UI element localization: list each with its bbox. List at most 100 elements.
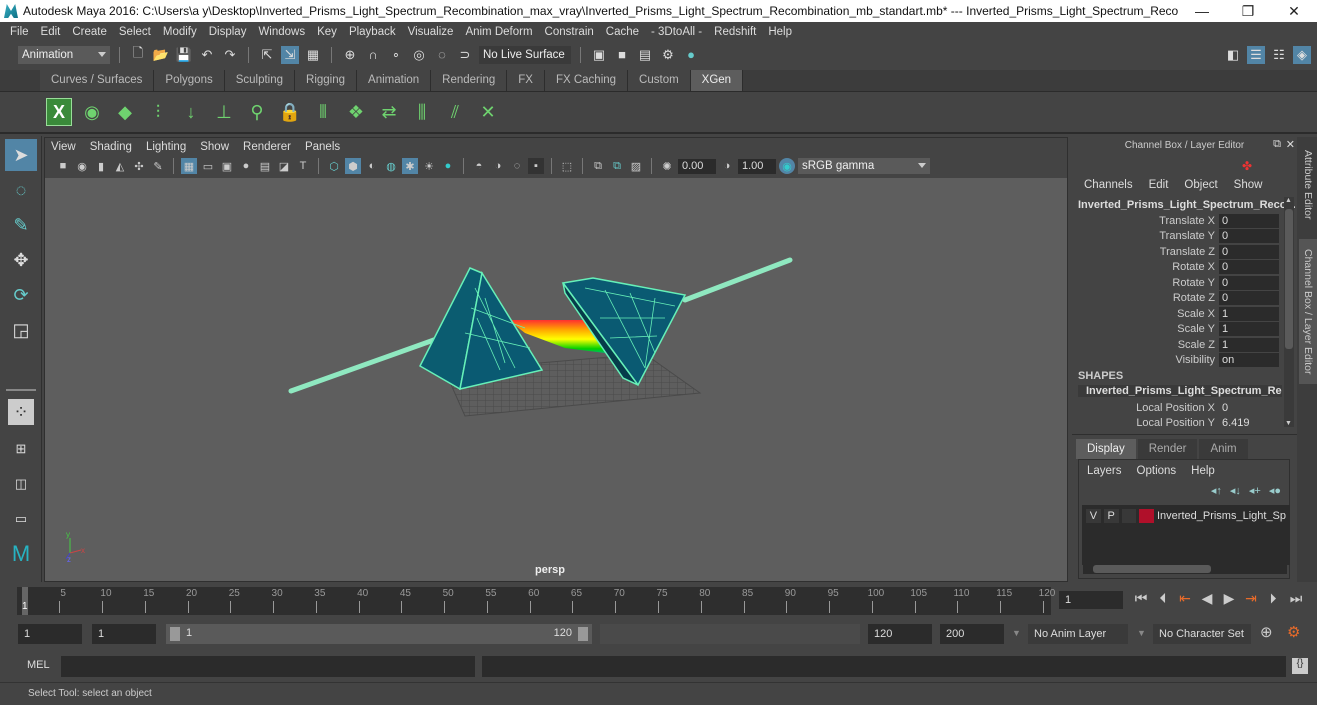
- viewport-menu-shading[interactable]: Shading: [90, 141, 132, 153]
- channel-menu-show[interactable]: Show: [1234, 179, 1263, 191]
- layer-row[interactable]: V P Inverted_Prisms_Light_Sp: [1082, 505, 1290, 527]
- layer-tab-render[interactable]: Render: [1137, 439, 1198, 459]
- scrollbar-thumb[interactable]: [1285, 209, 1293, 349]
- play-forwards-icon[interactable]: ▶: [1218, 590, 1240, 607]
- new-layer-selected-icon[interactable]: ◂●: [1269, 484, 1281, 497]
- channel-menu-object[interactable]: Object: [1184, 179, 1217, 191]
- animation-start-field[interactable]: 1: [18, 624, 82, 644]
- live-surface-field[interactable]: No Live Surface: [479, 45, 571, 64]
- playback-start-field[interactable]: 1: [92, 624, 156, 644]
- delete-guides-icon[interactable]: ✕: [475, 98, 501, 126]
- field-chart-icon[interactable]: ▤: [257, 158, 273, 174]
- channel-box-toggle-icon[interactable]: ◈: [1293, 45, 1311, 64]
- time-slider-track[interactable]: 5 10 15 20 25 30 35 40 45 50 55 60 65 70 75 80 85 90 95 100…: [17, 587, 1055, 615]
- channel-label[interactable]: Visibility: [1072, 354, 1219, 366]
- channel-menu-edit[interactable]: Edit: [1149, 179, 1169, 191]
- textured-icon[interactable]: ◍: [383, 158, 399, 174]
- selected-object-name[interactable]: Inverted_Prisms_Light_Spectrum_Reco...: [1078, 199, 1296, 211]
- xgen-preview-icon[interactable]: ◉: [79, 98, 105, 126]
- menu-redshift[interactable]: Redshift: [708, 26, 762, 38]
- select-hierarchy-icon[interactable]: ⇱: [258, 46, 276, 64]
- channel-value[interactable]: 1: [1219, 337, 1279, 352]
- menuset-dropdown[interactable]: Animation: [18, 45, 110, 64]
- layer-menu-layers[interactable]: Layers: [1087, 465, 1122, 477]
- undo-icon[interactable]: ↶: [198, 46, 216, 64]
- channel-menu-channels[interactable]: Channels: [1084, 179, 1133, 191]
- layer-display-type-toggle[interactable]: [1121, 509, 1137, 523]
- exposure-field[interactable]: 0.00: [678, 158, 716, 174]
- close-panel-icon[interactable]: ✕: [1286, 138, 1295, 151]
- anti-alias-icon[interactable]: ◑: [490, 158, 506, 174]
- viewport-menu-lighting[interactable]: Lighting: [146, 141, 186, 153]
- snap-view-icon[interactable]: ◎: [410, 46, 428, 64]
- channel-value[interactable]: 0: [1219, 401, 1279, 415]
- move-layer-up-icon[interactable]: ◂↑: [1211, 484, 1222, 497]
- lock-guides-icon[interactable]: 🔒: [277, 98, 303, 126]
- safe-title-icon[interactable]: T: [295, 158, 311, 174]
- new-scene-icon[interactable]: 🗋: [129, 45, 147, 64]
- sculpt-guides-icon[interactable]: ↓: [178, 98, 204, 126]
- render-current-icon[interactable]: ■: [613, 46, 631, 64]
- flip-guides-icon[interactable]: ⫽: [442, 98, 468, 126]
- menu-cache[interactable]: Cache: [600, 26, 645, 38]
- select-component-icon[interactable]: ▦: [304, 46, 322, 64]
- tab-attribute-editor[interactable]: Attribute Editor: [1299, 145, 1317, 225]
- shelf-tab-fx-caching[interactable]: FX Caching: [544, 70, 629, 91]
- save-scene-icon[interactable]: 💾: [175, 46, 193, 64]
- viewport-menu-view[interactable]: View: [51, 141, 76, 153]
- snap-live-icon[interactable]: ⊃: [456, 46, 474, 64]
- menu-visualize[interactable]: Visualize: [402, 26, 460, 38]
- ipr-render-icon[interactable]: ▤: [636, 46, 654, 64]
- restore-button[interactable]: ❐: [1225, 3, 1271, 20]
- current-frame-field[interactable]: 1: [1059, 591, 1123, 609]
- channel-label[interactable]: Rotate Y: [1072, 277, 1219, 289]
- snap-grid-icon[interactable]: ⊕: [341, 46, 359, 64]
- viewport-menu-panels[interactable]: Panels: [305, 141, 340, 153]
- menu-file[interactable]: File: [4, 26, 35, 38]
- command-language-label[interactable]: MEL: [27, 659, 50, 671]
- select-tool-icon[interactable]: ➤: [5, 139, 37, 171]
- shape-node-name[interactable]: Inverted_Prisms_Light_Spectrum_Re...: [1078, 385, 1282, 397]
- exposure-icon[interactable]: ✺: [659, 158, 675, 174]
- xray-active-icon[interactable]: ⧉: [609, 158, 625, 174]
- shelf-tab-rendering[interactable]: Rendering: [431, 70, 508, 91]
- channel-label[interactable]: Local Position Y: [1072, 417, 1219, 429]
- menu-edit[interactable]: Edit: [35, 26, 67, 38]
- manipulator-axis-icon[interactable]: ✤: [1242, 159, 1252, 173]
- menu-constrain[interactable]: Constrain: [539, 26, 600, 38]
- resolution-gate-icon[interactable]: ▣: [219, 158, 235, 174]
- snap-surface-icon[interactable]: ◌: [433, 46, 451, 64]
- gate-mask-icon[interactable]: ●: [238, 158, 254, 174]
- two-pane-layout-icon[interactable]: ◫: [5, 468, 37, 500]
- color-space-dropdown[interactable]: sRGB gamma: [798, 158, 930, 174]
- range-start-handle[interactable]: [170, 627, 180, 641]
- layer-hscrollbar[interactable]: [1083, 564, 1287, 574]
- channel-value[interactable]: on: [1219, 353, 1279, 367]
- channel-value[interactable]: 1: [1219, 306, 1279, 321]
- menu-help[interactable]: Help: [762, 26, 798, 38]
- layer-visibility-toggle[interactable]: V: [1086, 509, 1101, 523]
- channel-label[interactable]: Translate X: [1072, 215, 1219, 227]
- smooth-shade-icon[interactable]: ⬢: [345, 158, 361, 174]
- select-object-icon[interactable]: ⇲: [281, 45, 299, 64]
- step-forward-frame-icon[interactable]: ⏵: [1262, 590, 1284, 607]
- shelf-tab-rigging[interactable]: Rigging: [295, 70, 358, 91]
- redo-icon[interactable]: ↷: [221, 46, 239, 64]
- channel-label[interactable]: Rotate X: [1072, 261, 1219, 273]
- scale-tool-icon[interactable]: ◲: [5, 314, 37, 346]
- menu-modify[interactable]: Modify: [157, 26, 203, 38]
- channel-label[interactable]: Scale Y: [1072, 323, 1219, 335]
- backface-culling-icon[interactable]: ▨: [628, 158, 644, 174]
- shelf-tab-animation[interactable]: Animation: [357, 70, 432, 91]
- xray-joints-icon[interactable]: ⧉: [590, 158, 606, 174]
- layer-tab-anim[interactable]: Anim: [1199, 439, 1248, 459]
- four-pane-layout-icon[interactable]: ⊞: [5, 433, 37, 465]
- auto-key-icon[interactable]: ⊕: [1260, 623, 1273, 641]
- menu-key[interactable]: Key: [311, 26, 343, 38]
- tool-settings-icon[interactable]: ☷: [1270, 46, 1288, 64]
- layer-color-swatch[interactable]: [1139, 509, 1154, 523]
- safe-action-icon[interactable]: ◪: [276, 158, 292, 174]
- lasso-tool-icon[interactable]: ◌: [5, 174, 37, 206]
- channel-value[interactable]: 0: [1219, 244, 1279, 259]
- bookmark-icon[interactable]: ▮: [93, 158, 109, 174]
